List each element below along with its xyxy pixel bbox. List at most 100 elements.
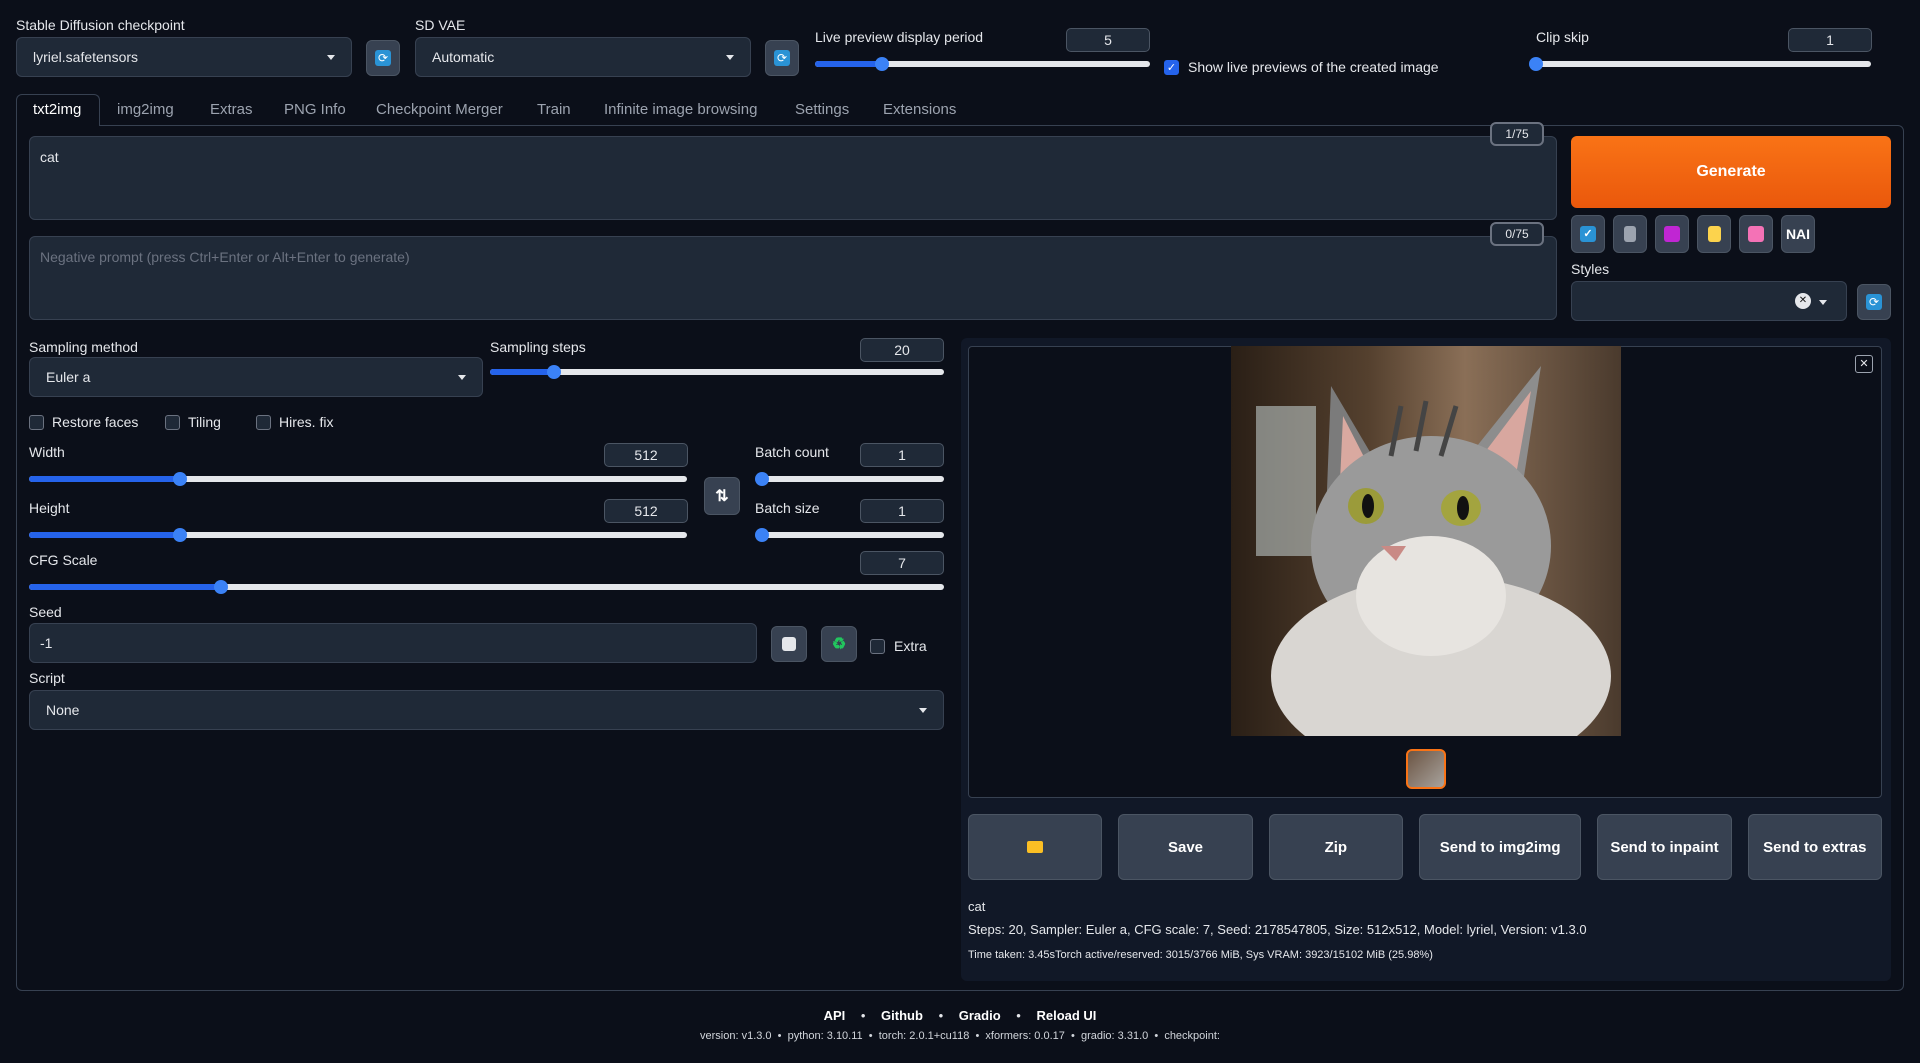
pink-card-icon bbox=[1664, 226, 1680, 242]
swap-icon: ⇅ bbox=[715, 488, 729, 505]
negative-prompt-textarea[interactable]: Negative prompt (press Ctrl+Enter or Alt… bbox=[29, 236, 1557, 320]
slider-knob[interactable] bbox=[755, 528, 769, 542]
generated-image[interactable] bbox=[1231, 346, 1621, 736]
save-button[interactable]: Save bbox=[1118, 814, 1253, 880]
sampling-method-dropdown[interactable]: Euler a bbox=[29, 357, 483, 397]
clip-skip-slider[interactable] bbox=[1529, 57, 1871, 71]
chevron-down-icon bbox=[726, 54, 734, 60]
batch-count-label: Batch count bbox=[755, 444, 829, 460]
slider-knob[interactable] bbox=[755, 472, 769, 486]
seed-value: -1 bbox=[40, 635, 53, 651]
dice-icon bbox=[782, 637, 796, 651]
refresh-vae-button[interactable]: ⟳ bbox=[765, 40, 799, 76]
prompt-textarea[interactable]: cat bbox=[29, 136, 1557, 220]
styles-dropdown[interactable]: ✕ bbox=[1571, 281, 1847, 321]
clear-icon[interactable]: ✕ bbox=[1795, 293, 1811, 309]
slider-knob[interactable] bbox=[875, 57, 889, 71]
batch-count-number[interactable]: 1 bbox=[860, 443, 944, 467]
height-number[interactable]: 512 bbox=[604, 499, 688, 523]
tab-train[interactable]: Train bbox=[537, 101, 571, 118]
batch-size-number[interactable]: 1 bbox=[860, 499, 944, 523]
footer-reload-link[interactable]: Reload UI bbox=[1036, 1008, 1096, 1023]
cfg-scale-slider[interactable] bbox=[29, 580, 944, 594]
width-number[interactable]: 512 bbox=[604, 443, 688, 467]
sampling-steps-number[interactable]: 20 bbox=[860, 338, 944, 362]
vae-value: Automatic bbox=[432, 49, 495, 65]
height-label: Height bbox=[29, 500, 70, 516]
zip-button[interactable]: Zip bbox=[1268, 814, 1403, 880]
seed-label: Seed bbox=[29, 604, 62, 620]
random-seed-button[interactable] bbox=[771, 626, 807, 662]
paste-params-button[interactable] bbox=[1697, 215, 1731, 253]
footer-links: API • Github • Gradio • Reload UI bbox=[0, 1008, 1920, 1023]
footer-gradio-link[interactable]: Gradio bbox=[959, 1008, 1001, 1023]
send-to-extras-button[interactable]: Send to extras bbox=[1747, 814, 1882, 880]
footer-separator: • bbox=[938, 1008, 944, 1023]
tab-extras[interactable]: Extras bbox=[210, 101, 253, 118]
cfg-scale-number[interactable]: 7 bbox=[860, 551, 944, 575]
seed-input[interactable]: -1 bbox=[29, 623, 757, 663]
clip-skip-number[interactable]: 1 bbox=[1788, 28, 1872, 52]
height-slider[interactable] bbox=[29, 528, 687, 542]
send-to-img2img-button[interactable]: Send to img2img bbox=[1418, 814, 1582, 880]
show-live-label: Show live previews of the created image bbox=[1188, 59, 1439, 75]
nai-button[interactable]: NAI bbox=[1781, 215, 1815, 253]
tab-png-info[interactable]: PNG Info bbox=[284, 101, 346, 118]
footer-api-link[interactable]: API bbox=[824, 1008, 846, 1023]
prompt-text: cat bbox=[40, 149, 59, 165]
live-preview-number[interactable]: 5 bbox=[1066, 28, 1150, 52]
checkbox-icon: ✓ bbox=[1580, 226, 1596, 242]
vae-dropdown[interactable]: Automatic bbox=[415, 37, 751, 77]
send-to-inpaint-button[interactable]: Send to inpaint bbox=[1597, 814, 1732, 880]
script-value: None bbox=[46, 702, 80, 718]
live-preview-label: Live preview display period bbox=[815, 29, 984, 45]
extra-networks-button[interactable] bbox=[1655, 215, 1689, 253]
swap-dimensions-button[interactable]: ⇅ bbox=[704, 477, 740, 515]
info-params: Steps: 20, Sampler: Euler a, CFG scale: … bbox=[968, 922, 1587, 937]
extra-seed-checkbox[interactable] bbox=[870, 638, 885, 654]
sampling-steps-slider[interactable] bbox=[490, 365, 944, 379]
clear-prompt-button[interactable] bbox=[1613, 215, 1647, 253]
sampling-steps-label: Sampling steps bbox=[490, 339, 586, 355]
restore-faces-label: Restore faces bbox=[52, 414, 139, 430]
tiling-checkbox[interactable] bbox=[165, 414, 180, 430]
hires-fix-checkbox[interactable] bbox=[256, 414, 271, 430]
apply-style-button[interactable]: ✓ bbox=[1571, 215, 1605, 253]
open-folder-button[interactable] bbox=[968, 814, 1103, 880]
script-dropdown[interactable]: None bbox=[29, 690, 944, 730]
slider-knob[interactable] bbox=[546, 365, 561, 379]
save-style-button[interactable] bbox=[1739, 215, 1773, 253]
tiling-label: Tiling bbox=[188, 414, 221, 430]
time-taken: Time taken: 3.45sTorch active/reserved: … bbox=[968, 949, 1433, 961]
live-preview-slider[interactable] bbox=[815, 57, 1150, 71]
refresh-icon: ⟳ bbox=[375, 50, 391, 66]
slider-knob[interactable] bbox=[1529, 57, 1543, 71]
footer-github-link[interactable]: Github bbox=[881, 1008, 923, 1023]
trash-icon bbox=[1624, 226, 1636, 242]
footer-separator: • bbox=[1016, 1008, 1021, 1023]
width-label: Width bbox=[29, 444, 65, 460]
generate-button[interactable]: Generate bbox=[1571, 136, 1891, 208]
restore-faces-checkbox[interactable] bbox=[29, 414, 44, 430]
footer-separator: • bbox=[860, 1008, 866, 1023]
tab-settings[interactable]: Settings bbox=[795, 101, 849, 118]
tab-img2img[interactable]: img2img bbox=[117, 101, 174, 118]
tab-extensions[interactable]: Extensions bbox=[883, 101, 956, 118]
tab-infinite-image-browsing[interactable]: Infinite image browsing bbox=[604, 101, 757, 118]
refresh-checkpoint-button[interactable]: ⟳ bbox=[366, 40, 400, 76]
tab-txt2img[interactable]: txt2img bbox=[33, 101, 81, 118]
width-slider[interactable] bbox=[29, 472, 687, 486]
script-label: Script bbox=[29, 670, 65, 686]
clip-skip-label: Clip skip bbox=[1536, 29, 1589, 45]
reuse-seed-button[interactable]: ♻ bbox=[821, 626, 857, 662]
batch-count-slider[interactable] bbox=[755, 472, 944, 486]
batch-size-slider[interactable] bbox=[755, 528, 944, 542]
show-live-checkbox[interactable]: ✓ bbox=[1164, 59, 1179, 75]
tab-checkpoint-merger[interactable]: Checkpoint Merger bbox=[376, 101, 503, 118]
chevron-down-icon bbox=[1819, 300, 1827, 305]
image-thumbnail[interactable] bbox=[1406, 749, 1446, 789]
checkpoint-dropdown[interactable]: lyriel.safetensors bbox=[16, 37, 352, 77]
close-icon[interactable]: ✕ bbox=[1855, 355, 1873, 373]
vae-label: SD VAE bbox=[415, 17, 466, 33]
refresh-styles-button[interactable]: ⟳ bbox=[1857, 284, 1891, 320]
